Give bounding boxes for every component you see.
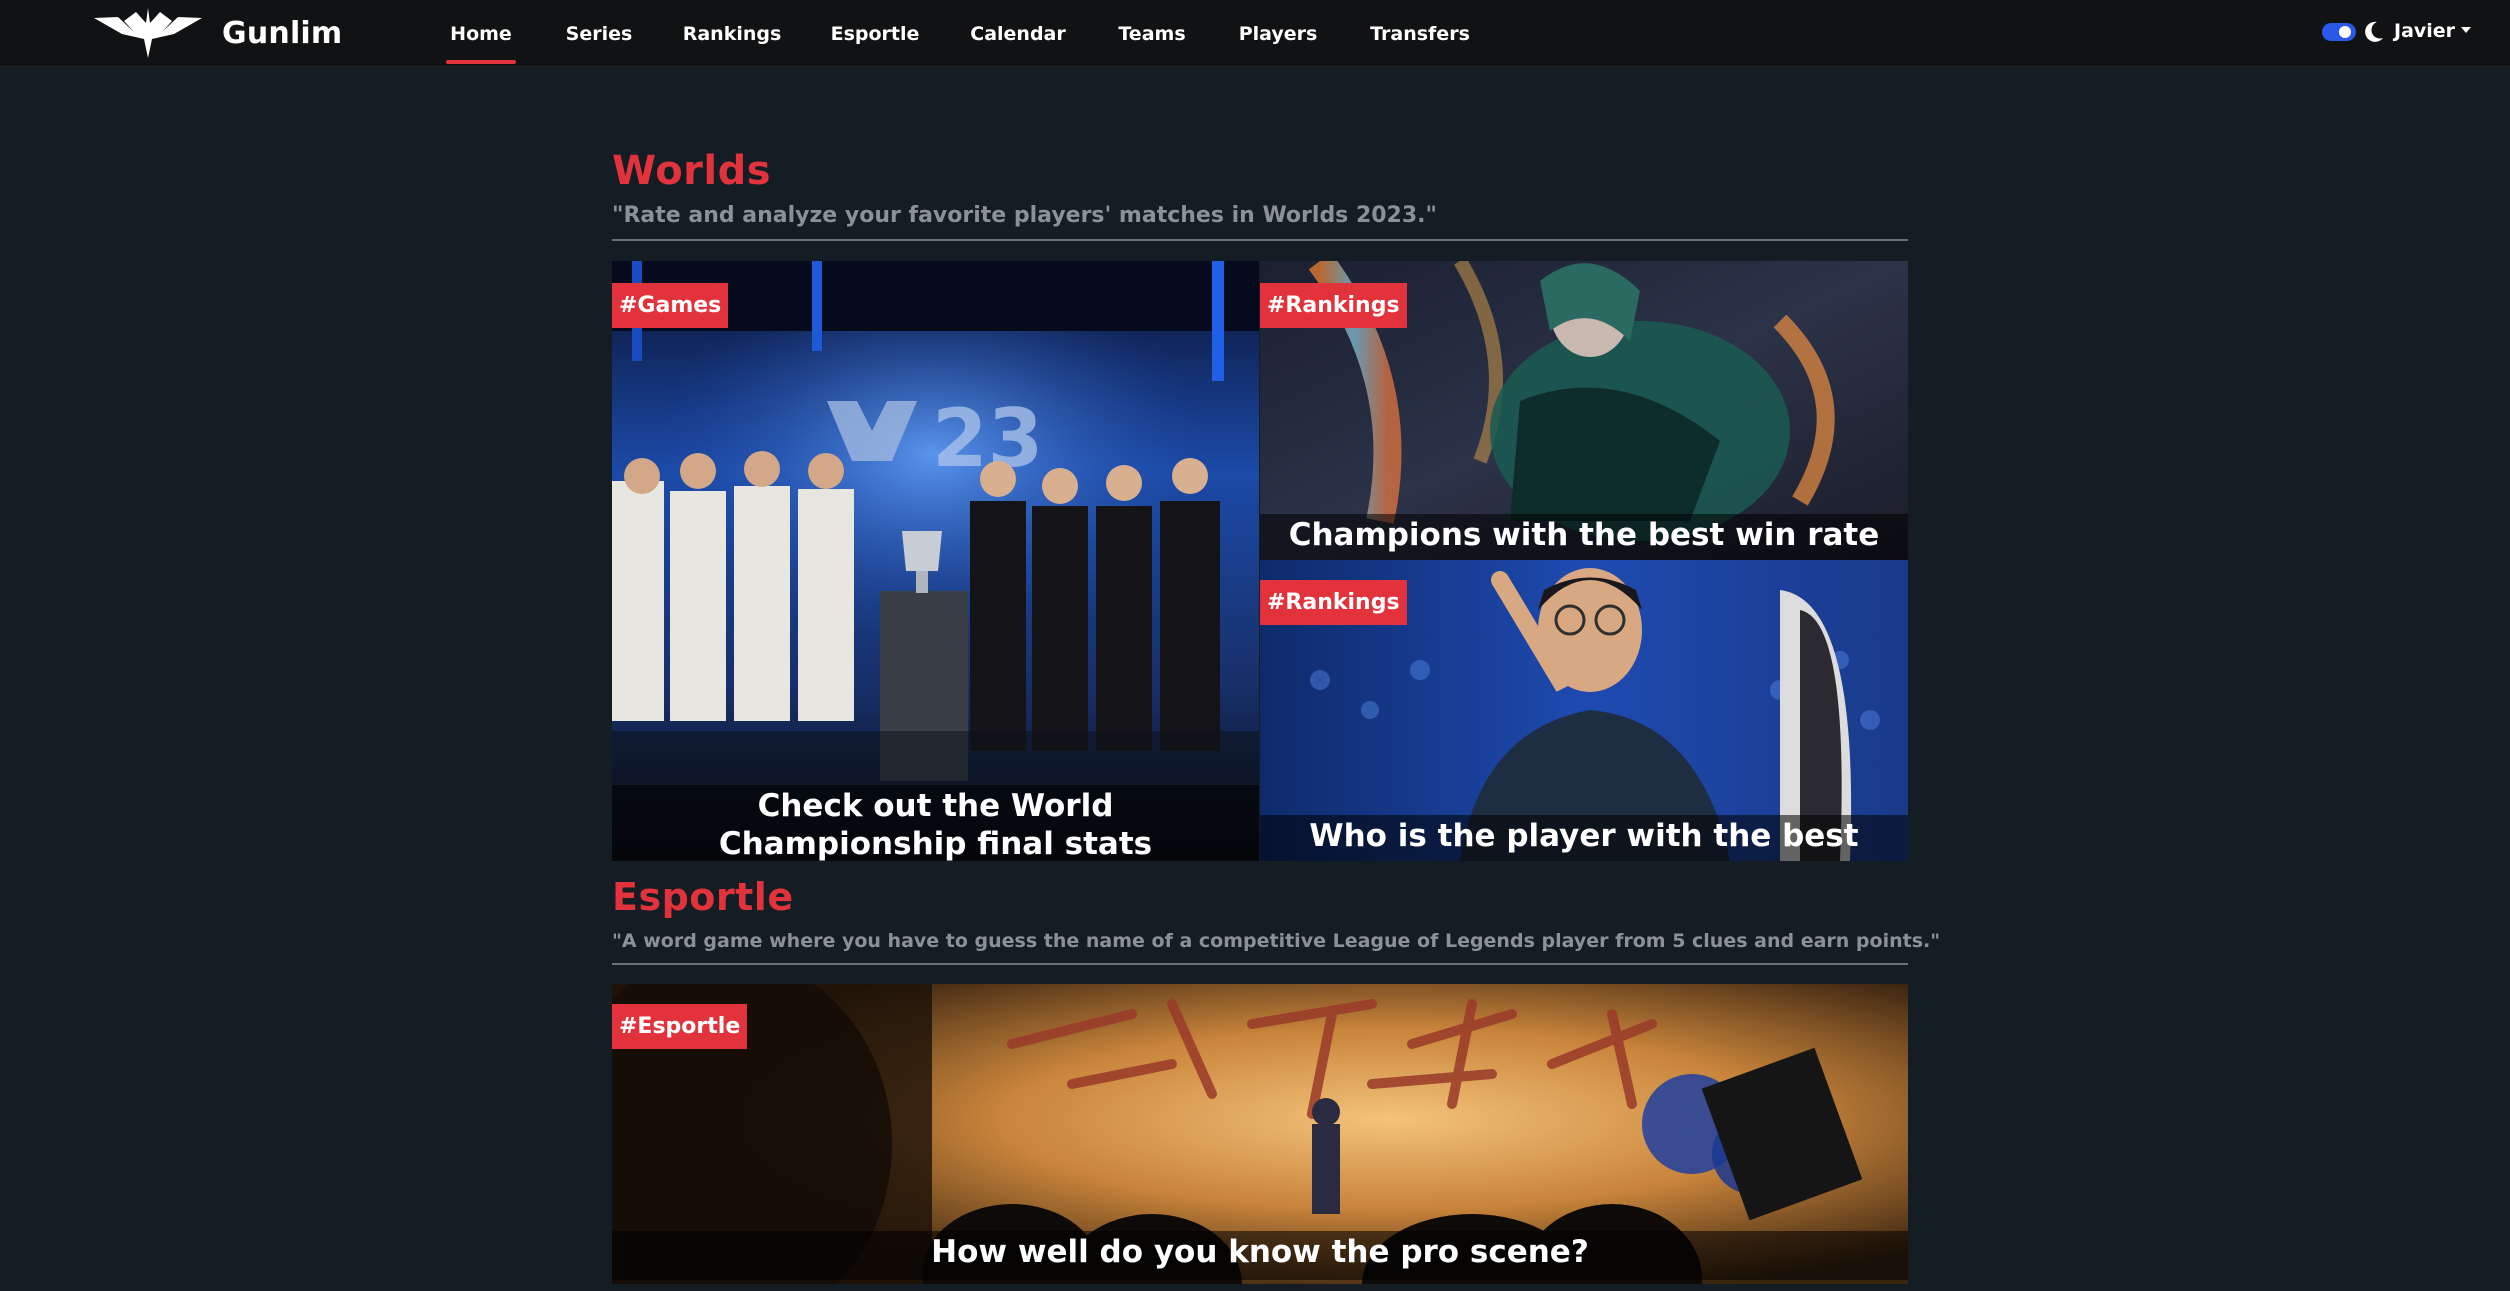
worlds-section-title: Worlds <box>612 148 772 194</box>
caption-esportle-game: How well do you know the pro scene? <box>612 1231 1908 1280</box>
worlds-section-description: "Rate and analyze your favorite players'… <box>612 203 1437 228</box>
tag-esportle[interactable]: #Esportle <box>612 1004 748 1049</box>
card-esportle-game[interactable]: #Esportle How well do you know the pro s… <box>612 984 1908 1284</box>
caption-champions-win-rate: Champions with the best win rate <box>1260 514 1908 560</box>
esportle-section-title: Esportle <box>612 875 794 919</box>
nav-link-transfers[interactable]: Transfers <box>1370 0 1470 67</box>
nav-link-rankings[interactable]: Rankings <box>683 0 782 67</box>
nav-link-players[interactable]: Players <box>1239 0 1318 67</box>
user-menu-dropdown[interactable]: Javier <box>2394 0 2472 62</box>
esportle-section-divider <box>612 963 1908 965</box>
card-world-final-stats[interactable]: 23 #Games Check out the World Championsh… <box>612 261 1259 861</box>
moon-icon <box>2365 21 2383 42</box>
nav-link-home[interactable]: Home <box>446 0 516 67</box>
nav-link-series[interactable]: Series <box>566 0 633 67</box>
esportle-section-description: "A word game where you have to guess the… <box>612 930 1941 952</box>
brand-name: Gunlim <box>222 15 343 51</box>
tag-rankings[interactable]: #Rankings <box>1260 283 1407 328</box>
worlds-section-divider <box>612 239 1908 241</box>
nav-link-calendar[interactable]: Calendar <box>970 0 1065 67</box>
gunlim-logo-icon <box>94 8 202 58</box>
brand-home-link[interactable]: Gunlim <box>94 8 342 58</box>
toggle-knob <box>2339 26 2351 38</box>
tag-rankings[interactable]: #Rankings <box>1260 580 1407 625</box>
worlds-final-team-photo: 23 <box>612 261 1259 861</box>
top-navbar: Gunlim Home Series Rankings Esportle Cal… <box>0 0 2510 67</box>
nav-link-esportle[interactable]: Esportle <box>831 0 920 67</box>
dark-mode-toggle[interactable] <box>2322 23 2356 41</box>
caret-down-icon <box>2461 27 2472 33</box>
card-champions-win-rate[interactable]: #Rankings Champions with the best win ra… <box>1260 261 1908 560</box>
nav-link-teams[interactable]: Teams <box>1118 0 1185 67</box>
card-best-kda-player[interactable]: #Rankings Who is the player with the bes… <box>1260 560 1908 861</box>
tag-games[interactable]: #Games <box>612 283 729 328</box>
user-name: Javier <box>2394 20 2456 42</box>
caption-best-kda-player: Who is the player with the best KDA? <box>1260 815 1908 861</box>
caption-world-final-stats: Check out the World Championship final s… <box>612 785 1259 861</box>
